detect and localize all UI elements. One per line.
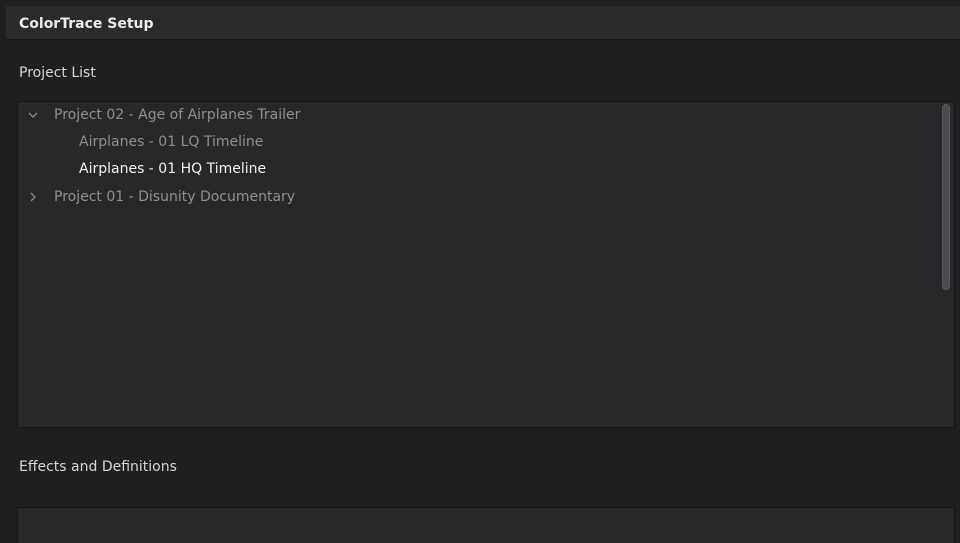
tree-timeline-row-selected[interactable]: Airplanes - 01 HQ Timeline [18, 157, 918, 183]
effects-and-definitions-label: Effects and Definitions [19, 459, 177, 475]
timeline-name: Airplanes - 01 LQ Timeline [79, 134, 264, 150]
chevron-down-icon[interactable] [27, 109, 39, 121]
window-title: ColorTrace Setup [19, 16, 154, 32]
project-name: Project 01 - Disunity Documentary [54, 189, 296, 205]
tree-project-row[interactable]: Project 01 - Disunity Documentary [18, 185, 918, 211]
title-bar: ColorTrace Setup [6, 6, 960, 40]
timeline-name: Airplanes - 01 HQ Timeline [79, 161, 267, 177]
chevron-right-icon[interactable] [27, 191, 39, 203]
vertical-scrollbar[interactable] [942, 104, 950, 290]
project-list-label: Project List [19, 65, 96, 81]
colortrace-setup-window: ColorTrace Setup Project List Project 02… [0, 0, 960, 543]
tree-timeline-row[interactable]: Airplanes - 01 LQ Timeline [18, 130, 918, 156]
project-name: Project 02 - Age of Airplanes Trailer [54, 107, 301, 123]
project-list-panel[interactable]: Project 02 - Age of Airplanes Trailer Ai… [17, 101, 955, 428]
effects-and-definitions-panel[interactable] [17, 507, 955, 543]
tree-project-row[interactable]: Project 02 - Age of Airplanes Trailer [18, 103, 918, 129]
